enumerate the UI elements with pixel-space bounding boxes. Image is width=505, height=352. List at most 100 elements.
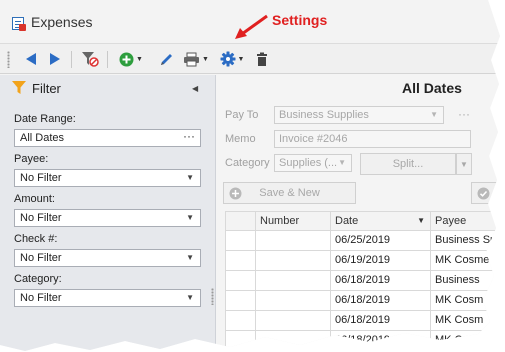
column-header-payee[interactable]: Payee	[431, 211, 500, 231]
row-selector-cell[interactable]	[225, 251, 256, 271]
date-cell[interactable]: 06/19/2019	[331, 251, 431, 271]
toolbar-grip[interactable]	[7, 51, 10, 68]
main-title: All Dates	[402, 80, 462, 96]
app-window: Expenses Settings ▼ ▼ ▼ Filter ◀ Date Ra…	[0, 0, 500, 351]
row-selector-cell[interactable]	[225, 311, 256, 331]
date-range-field[interactable]: All Dates ···	[14, 129, 201, 147]
ellipsis-icon[interactable]: ···	[183, 129, 195, 143]
column-header-payee-label: Payee	[435, 215, 467, 227]
print-dropdown-icon[interactable]: ▼	[202, 56, 209, 63]
main-panel: All Dates Pay To Business Supplies ▼ ···…	[217, 75, 500, 351]
callout-arrow-icon	[235, 14, 268, 39]
table-row[interactable]: 06/18/2019 MK Cosme	[225, 331, 500, 351]
split-button[interactable]: Split...	[360, 153, 456, 175]
payee-cell[interactable]: MK Cosme	[431, 251, 500, 271]
category-entry-label: Category	[225, 157, 270, 169]
payee-value: No Filter	[20, 172, 62, 184]
save-button[interactable]	[471, 182, 500, 204]
number-cell[interactable]	[256, 231, 331, 251]
pay-to-select[interactable]: Business Supplies ▼	[274, 106, 444, 124]
print-button[interactable]: ▼	[181, 49, 211, 69]
column-header-number-label: Number	[260, 215, 300, 227]
number-cell[interactable]	[256, 291, 331, 311]
check-number-select[interactable]: No Filter ▼	[14, 249, 201, 267]
row-selector-header	[225, 211, 256, 231]
amount-select[interactable]: No Filter ▼	[14, 209, 201, 227]
column-header-number[interactable]: Number	[256, 211, 331, 231]
check-number-label: Check #:	[14, 233, 58, 245]
filter-panel: Filter ◀ Date Range: All Dates ··· Payee…	[0, 75, 216, 351]
payee-cell[interactable]: Business	[431, 271, 500, 291]
save-new-button[interactable]: Save & New	[223, 182, 356, 204]
category-entry-select[interactable]: Supplies (... ▼	[274, 154, 352, 172]
chevron-down-icon: ▼	[186, 213, 194, 222]
date-cell[interactable]: 06/18/2019	[331, 311, 431, 331]
back-button[interactable]	[22, 49, 40, 69]
forward-icon	[50, 53, 60, 65]
payee-cell[interactable]: MK Cosme	[431, 331, 500, 351]
window-title: Expenses	[31, 14, 93, 30]
amount-value: No Filter	[20, 212, 62, 224]
number-cell[interactable]	[256, 271, 331, 291]
number-cell[interactable]	[256, 251, 331, 271]
payee-select[interactable]: No Filter ▼	[14, 169, 201, 187]
expenses-app-icon	[12, 17, 26, 31]
date-cell[interactable]: 06/18/2019	[331, 331, 431, 351]
split-dropdown-button[interactable]: ▼	[456, 153, 472, 175]
add-button[interactable]: ▼	[115, 49, 147, 69]
memo-value: Invoice #2046	[279, 133, 348, 145]
collapse-panel-icon[interactable]: ◀	[192, 84, 198, 93]
split-button-label: Split...	[392, 158, 424, 170]
chevron-down-icon: ▼	[186, 253, 194, 262]
sort-descending-icon: ▼	[417, 216, 425, 225]
forward-button[interactable]	[46, 49, 64, 69]
row-selector-cell[interactable]	[225, 331, 256, 351]
grid-header-row: Number Date ▼ Payee	[225, 211, 500, 231]
delete-button[interactable]	[253, 49, 271, 69]
chevron-down-icon: ▼	[430, 110, 438, 119]
filter-header: Filter ◀	[0, 75, 216, 101]
payee-cell[interactable]: Business Sup	[431, 231, 500, 251]
add-dropdown-icon[interactable]: ▼	[136, 56, 143, 63]
print-icon	[184, 52, 200, 66]
clear-filter-icon	[82, 52, 99, 67]
check-number-value: No Filter	[20, 252, 62, 264]
edit-button[interactable]	[156, 49, 176, 69]
date-cell[interactable]: 06/25/2019	[331, 231, 431, 251]
add-circle-icon	[229, 187, 242, 200]
table-row[interactable]: 06/18/2019 MK Cosm	[225, 291, 500, 311]
table-row[interactable]: 06/18/2019 Business	[225, 271, 500, 291]
check-circle-icon	[477, 187, 490, 200]
payee-cell[interactable]: MK Cosm	[431, 311, 500, 331]
table-row[interactable]: 06/18/2019 MK Cosm	[225, 311, 500, 331]
splitter-grip[interactable]	[211, 288, 214, 305]
table-row[interactable]: 06/19/2019 MK Cosme	[225, 251, 500, 271]
pay-to-value: Business Supplies	[279, 109, 369, 121]
date-cell[interactable]: 06/18/2019	[331, 271, 431, 291]
settings-icon	[220, 51, 236, 67]
number-cell[interactable]	[256, 311, 331, 331]
amount-label: Amount:	[14, 193, 55, 205]
date-range-label: Date Range:	[14, 113, 76, 125]
clear-filter-button[interactable]	[79, 49, 101, 69]
title-bar: Expenses Settings	[0, 0, 500, 44]
row-selector-cell[interactable]	[225, 231, 256, 251]
delete-icon	[257, 52, 267, 66]
payee-cell[interactable]: MK Cosm	[431, 291, 500, 311]
memo-field[interactable]: Invoice #2046	[274, 130, 471, 148]
add-icon	[119, 52, 134, 66]
settings-dropdown-icon[interactable]: ▼	[238, 56, 245, 63]
column-header-date-label: Date	[335, 215, 359, 227]
column-header-date[interactable]: Date ▼	[331, 211, 431, 231]
category-select[interactable]: No Filter ▼	[14, 289, 201, 307]
category-entry-value: Supplies (...	[279, 157, 338, 169]
row-selector-cell[interactable]	[225, 291, 256, 311]
pay-to-more-icon[interactable]: ···	[458, 107, 470, 121]
chevron-down-icon: ▼	[186, 173, 194, 182]
table-row[interactable]: 06/25/2019 Business Sup	[225, 231, 500, 251]
row-selector-cell[interactable]	[225, 271, 256, 291]
settings-button[interactable]: ▼	[218, 49, 246, 69]
number-cell[interactable]	[256, 331, 331, 351]
payee-label: Payee:	[14, 153, 49, 165]
date-cell[interactable]: 06/18/2019	[331, 291, 431, 311]
